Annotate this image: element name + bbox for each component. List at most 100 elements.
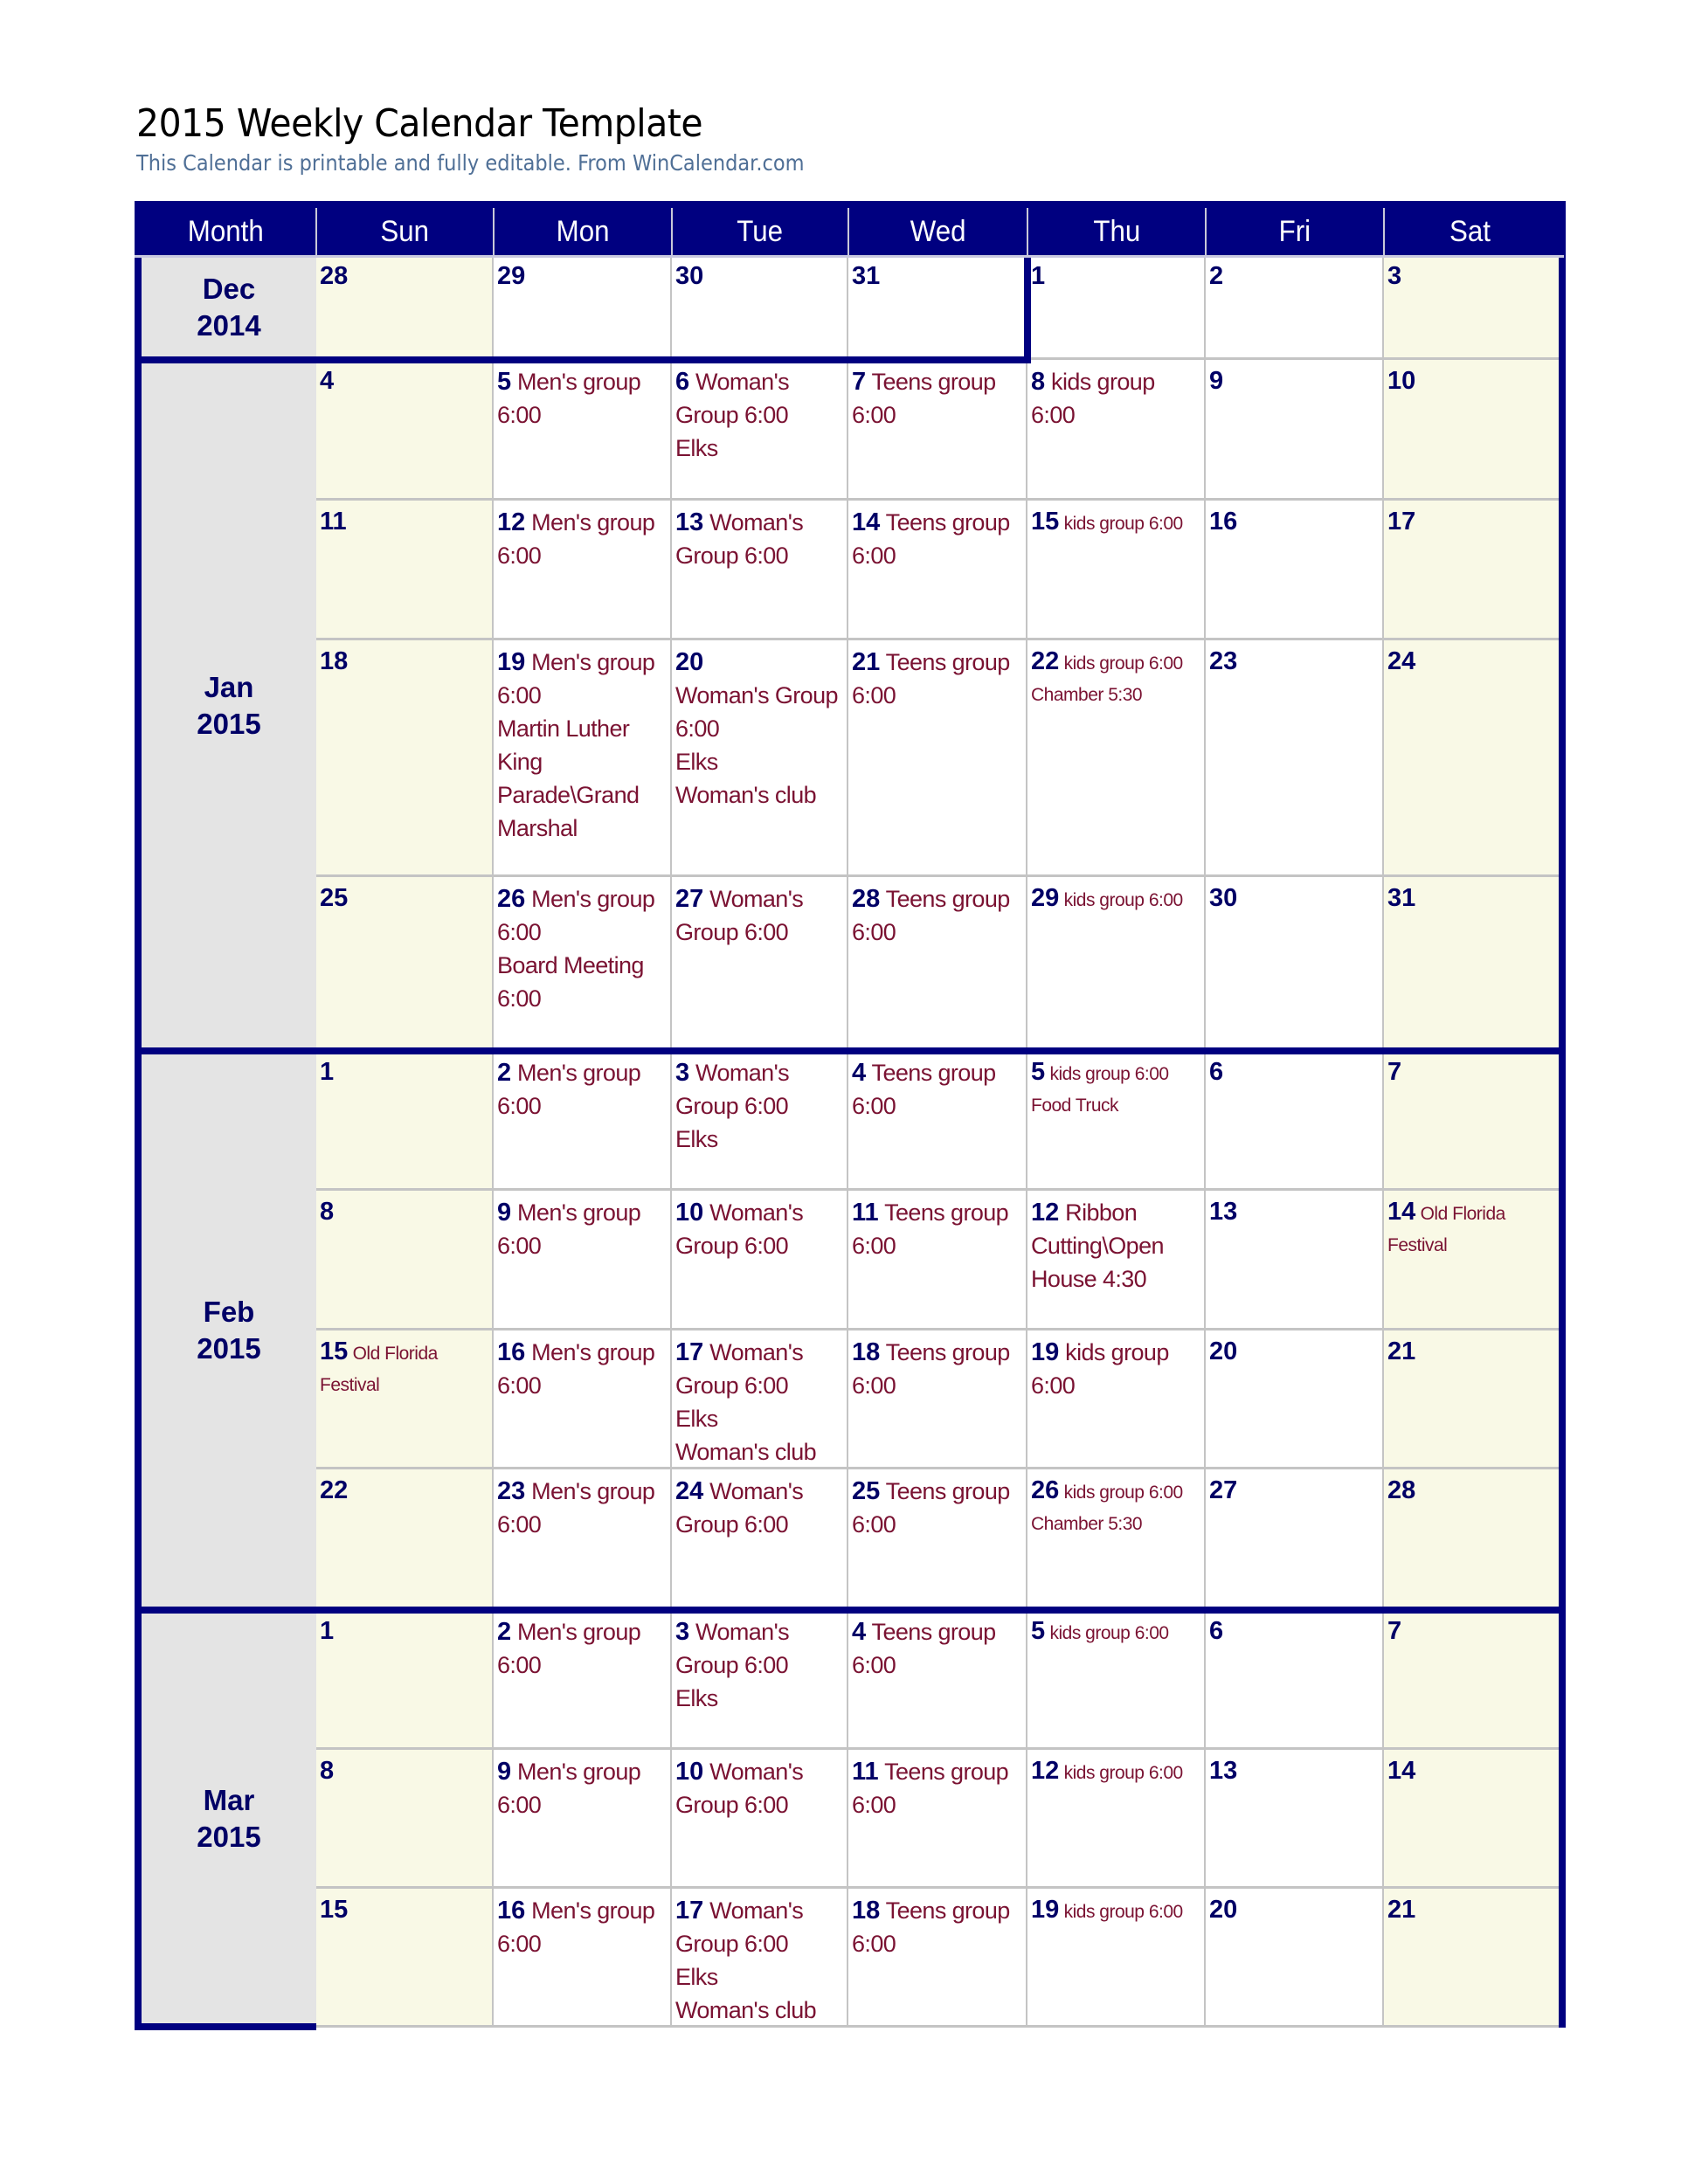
day-number: 14 — [852, 508, 881, 536]
day-cell-mon[interactable]: 26 Men's group 6:00 Board Meeting 6:00 — [494, 877, 672, 1051]
day-cell-tue[interactable]: 30 — [672, 255, 848, 360]
day-cell-thu[interactable]: 5 kids group 6:00 — [1027, 1610, 1206, 1750]
day-number: 2 — [497, 1618, 512, 1646]
day-cell-sun[interactable]: 25 — [316, 877, 494, 1051]
day-cell-tue[interactable]: 3 Woman's Group 6:00 Elks — [672, 1610, 848, 1750]
day-cell-thu[interactable]: 19 kids group 6:00 — [1027, 1330, 1206, 1469]
day-cell-sun[interactable]: 15 Old Florida Festival — [316, 1330, 494, 1469]
day-cell-wed[interactable]: 31 — [848, 255, 1027, 360]
day-cell-wed[interactable]: 4 Teens group 6:00 — [848, 1610, 1027, 1750]
day-number: 26 — [1031, 1476, 1060, 1504]
day-cell-sat[interactable]: 17 — [1384, 501, 1564, 640]
day-cell-sun[interactable]: 15 — [316, 1889, 494, 2028]
day-cell-wed[interactable]: 21 Teens group 6:00 — [848, 640, 1027, 877]
day-cell-sat[interactable]: 14 Old Florida Festival — [1384, 1191, 1564, 1330]
day-cell-fri[interactable]: 20 — [1206, 1889, 1384, 2028]
day-cell-sun[interactable]: 8 — [316, 1191, 494, 1330]
day-cell-wed[interactable]: 18 Teens group 6:00 — [848, 1889, 1027, 2028]
day-cell-fri[interactable]: 13 — [1206, 1191, 1384, 1330]
day-cell-thu[interactable]: 12 Ribbon Cutting\Open House 4:30 — [1027, 1191, 1206, 1330]
day-cell-sun[interactable]: 8 — [316, 1750, 494, 1889]
day-cell-sat[interactable]: 21 — [1384, 1889, 1564, 2028]
day-cell-fri[interactable]: 6 — [1206, 1051, 1384, 1191]
day-number: 13 — [1209, 1757, 1238, 1785]
day-number: 14 — [1387, 1757, 1416, 1785]
day-cell-sat[interactable]: 10 — [1384, 360, 1564, 501]
day-number: 7 — [1387, 1058, 1402, 1086]
day-cell-sun[interactable]: 28 — [316, 255, 494, 360]
day-cell-wed[interactable]: 25 Teens group 6:00 — [848, 1469, 1027, 1610]
day-cell-thu[interactable]: 15 kids group 6:00 — [1027, 501, 1206, 640]
day-cell-tue[interactable]: 13 Woman's Group 6:00 — [672, 501, 848, 640]
day-cell-sat[interactable]: 3 — [1384, 255, 1564, 360]
day-cell-thu[interactable]: 1 — [1027, 255, 1206, 360]
day-cell-sat[interactable]: 31 — [1384, 877, 1564, 1051]
day-cell-wed[interactable]: 4 Teens group 6:00 — [848, 1051, 1027, 1191]
day-cell-wed[interactable]: 14 Teens group 6:00 — [848, 501, 1027, 640]
day-cell-sat[interactable]: 14 — [1384, 1750, 1564, 1889]
day-cell-fri[interactable]: 23 — [1206, 640, 1384, 877]
day-cell-tue[interactable]: 10 Woman's Group 6:00 — [672, 1750, 848, 1889]
day-cell-tue[interactable]: 17 Woman's Group 6:00 Elks Woman's club — [672, 1330, 848, 1469]
day-cell-mon[interactable]: 23 Men's group 6:00 — [494, 1469, 672, 1610]
day-cell-sun[interactable]: 1 — [316, 1051, 494, 1191]
day-cell-wed[interactable]: 18 Teens group 6:00 — [848, 1330, 1027, 1469]
day-cell-thu[interactable]: 12 kids group 6:00 — [1027, 1750, 1206, 1889]
day-cell-sun[interactable]: 4 — [316, 360, 494, 501]
day-cell-tue[interactable]: 27 Woman's Group 6:00 — [672, 877, 848, 1051]
day-number: 18 — [320, 647, 349, 675]
day-cell-wed[interactable]: 28 Teens group 6:00 — [848, 877, 1027, 1051]
day-cell-thu[interactable]: 19 kids group 6:00 — [1027, 1889, 1206, 2028]
day-cell-fri[interactable]: 6 — [1206, 1610, 1384, 1750]
day-cell-mon[interactable]: 16 Men's group 6:00 — [494, 1889, 672, 2028]
day-number: 26 — [497, 885, 526, 913]
day-cell-sun[interactable]: 11 — [316, 501, 494, 640]
day-cell-fri[interactable]: 2 — [1206, 255, 1384, 360]
day-cell-fri[interactable]: 13 — [1206, 1750, 1384, 1889]
day-cell-tue[interactable]: 17 Woman's Group 6:00 Elks Woman's club — [672, 1889, 848, 2028]
day-cell-fri[interactable]: 9 — [1206, 360, 1384, 501]
day-cell-thu[interactable]: 8 kids group 6:00 — [1027, 360, 1206, 501]
day-cell-tue[interactable]: 24 Woman's Group 6:00 — [672, 1469, 848, 1610]
day-number: 28 — [852, 885, 881, 913]
day-cell-sun[interactable]: 22 — [316, 1469, 494, 1610]
day-cell-sat[interactable]: 28 — [1384, 1469, 1564, 1610]
event-line: 6:00 — [497, 1372, 542, 1399]
event-text: kids group 6:00 — [1059, 890, 1184, 910]
day-cell-mon[interactable]: 19 Men's group 6:00 Martin Luther King Parad… — [494, 640, 672, 877]
day-cell-mon[interactable]: 29 — [494, 255, 672, 360]
day-cell-mon[interactable]: 2 Men's group 6:00 — [494, 1610, 672, 1750]
day-cell-mon[interactable]: 16 Men's group 6:00 — [494, 1330, 672, 1469]
day-cell-fri[interactable]: 30 — [1206, 877, 1384, 1051]
event-text: Woman's Group 6:00 Elks Woman's club — [675, 679, 843, 812]
day-cell-tue[interactable]: 10 Woman's Group 6:00 — [672, 1191, 848, 1330]
day-cell-sat[interactable]: 24 — [1384, 640, 1564, 877]
day-cell-sun[interactable]: 18 — [316, 640, 494, 877]
day-cell-sun[interactable]: 1 — [316, 1610, 494, 1750]
day-cell-mon[interactable]: 9 Men's group 6:00 — [494, 1750, 672, 1889]
day-cell-wed[interactable]: 11 Teens group 6:00 — [848, 1750, 1027, 1889]
day-cell-tue[interactable]: 6 Woman's Group 6:00 Elks — [672, 360, 848, 501]
day-cell-fri[interactable]: 27 — [1206, 1469, 1384, 1610]
day-cell-thu[interactable]: 29 kids group 6:00 — [1027, 877, 1206, 1051]
event-line: Teens group — [880, 649, 1011, 675]
event-line: Men's group — [525, 509, 655, 536]
day-cell-sat[interactable]: 7 — [1384, 1610, 1564, 1750]
day-cell-thu[interactable]: 26 kids group 6:00 Chamber 5:30 — [1027, 1469, 1206, 1610]
day-cell-tue[interactable]: 3 Woman's Group 6:00 Elks — [672, 1051, 848, 1191]
day-cell-fri[interactable]: 20 — [1206, 1330, 1384, 1469]
day-cell-thu[interactable]: 22 kids group 6:00 Chamber 5:30 — [1027, 640, 1206, 877]
event-line: Martin Luther — [497, 715, 630, 742]
day-cell-fri[interactable]: 16 — [1206, 501, 1384, 640]
day-cell-thu[interactable]: 5 kids group 6:00 Food Truck — [1027, 1051, 1206, 1191]
day-cell-wed[interactable]: 11 Teens group 6:00 — [848, 1191, 1027, 1330]
day-cell-tue[interactable]: 20 Woman's Group 6:00 Elks Woman's club — [672, 640, 848, 877]
day-cell-sat[interactable]: 7 — [1384, 1051, 1564, 1191]
day-cell-mon[interactable]: 12 Men's group 6:00 — [494, 501, 672, 640]
day-cell-mon[interactable]: 2 Men's group 6:00 — [494, 1051, 672, 1191]
day-cell-sat[interactable]: 21 — [1384, 1330, 1564, 1469]
event-line: Men's group — [525, 1897, 655, 1924]
day-cell-wed[interactable]: 7 Teens group 6:00 — [848, 360, 1027, 501]
day-cell-mon[interactable]: 9 Men's group 6:00 — [494, 1191, 672, 1330]
day-cell-mon[interactable]: 5 Men's group 6:00 — [494, 360, 672, 501]
